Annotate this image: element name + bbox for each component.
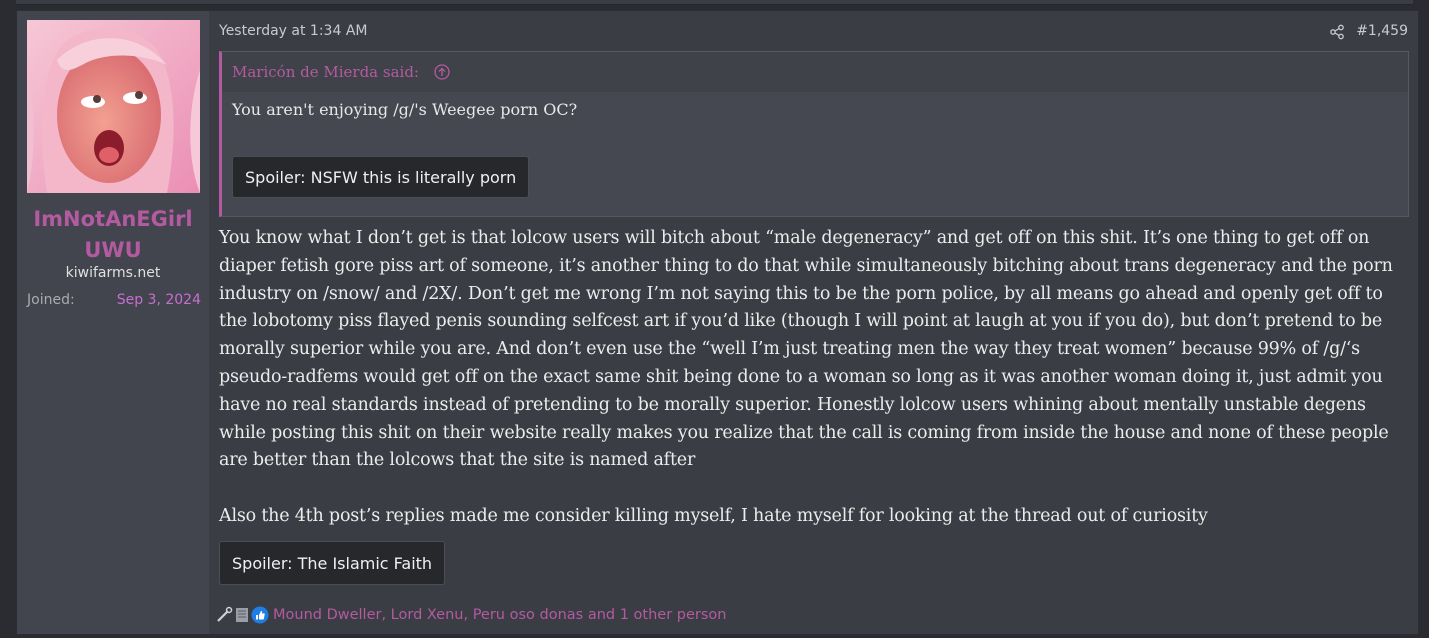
post-main: Yesterday at 1:34 AM #1,459 Maricón de M… (209, 11, 1418, 634)
post-timestamp[interactable]: Yesterday at 1:34 AM (219, 23, 367, 39)
body-paragraph: Also the 4th post’s replies made me cons… (219, 505, 1208, 526)
previous-post-edge (16, 0, 1413, 5)
reactions-bar[interactable]: Mound Dweller, Lord Xenu, Peru oso donas… (215, 604, 727, 626)
body-paragraph: You know what I don’t get is that lolcow… (219, 228, 1393, 471)
share-icon[interactable] (1329, 24, 1345, 40)
user-title: kiwifarms.net (65, 265, 161, 281)
quote-header: Maricón de Mierda said: (222, 52, 1408, 92)
joined-label: Joined: (27, 292, 75, 308)
quote-spoiler-button[interactable]: Spoiler: NSFW this is literally porn (232, 156, 530, 198)
post-body: You know what I don’t get is that lolcow… (219, 225, 1411, 531)
forum-post: ImNotAnEGirlUWU kiwifarms.net Joined: Se… (16, 10, 1419, 635)
post-number-link[interactable]: #1,459 (1356, 23, 1408, 39)
username[interactable]: ImNotAnEGirlUWU (17, 204, 209, 266)
arrow-up-circle-icon[interactable] (434, 63, 450, 80)
scroll-icon (236, 608, 248, 622)
quote-text: You aren't enjoying /g/'s Weegee porn OC… (232, 100, 578, 119)
quote-block: Maricón de Mierda said: You aren't enjoy… (219, 51, 1409, 217)
reaction-users[interactable]: Mound Dweller, Lord Xenu, Peru oso donas… (273, 607, 727, 623)
wrench-icon (217, 606, 233, 622)
avatar[interactable] (27, 20, 200, 193)
user-info-panel: ImNotAnEGirlUWU kiwifarms.net Joined: Se… (17, 11, 209, 634)
body-spoiler-button[interactable]: Spoiler: The Islamic Faith (219, 541, 446, 585)
thumbs-up-icon (251, 606, 269, 624)
joined-date: Sep 3, 2024 (116, 292, 201, 308)
quote-author[interactable]: Maricón de Mierda said: (232, 63, 419, 81)
